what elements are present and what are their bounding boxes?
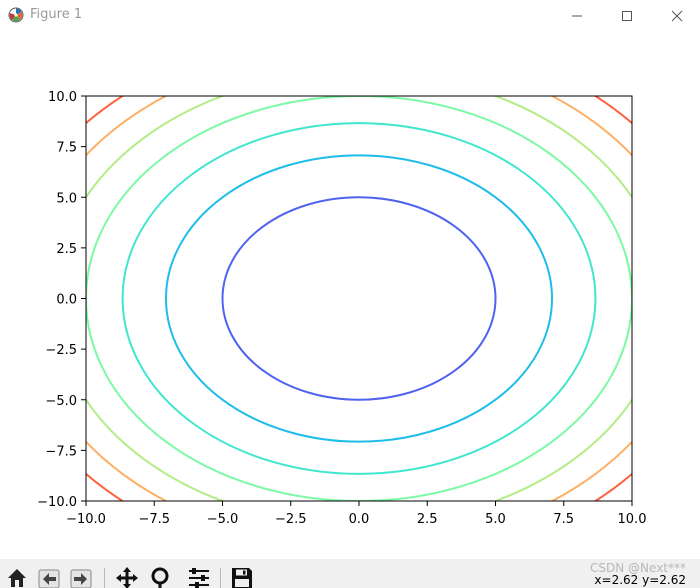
x-tick-label: 5.0 bbox=[485, 512, 506, 527]
forward-button[interactable] bbox=[68, 566, 94, 588]
pan-button[interactable] bbox=[114, 566, 140, 588]
maximize-button[interactable] bbox=[604, 0, 650, 31]
toolbar-separator bbox=[104, 568, 105, 588]
contour-level-75 bbox=[121, 122, 597, 475]
back-icon bbox=[38, 566, 60, 588]
zoom-button[interactable] bbox=[147, 566, 173, 588]
x-tick-label: −2.5 bbox=[275, 512, 307, 527]
x-tick-label: 0.0 bbox=[349, 512, 370, 527]
zoom-icon bbox=[149, 566, 171, 588]
close-button[interactable] bbox=[654, 0, 700, 31]
figure-window: Figure 1 −10.0 −7.5 −5.0 −2.5 0.0 2.5 5.… bbox=[0, 0, 700, 588]
y-tick-label: −7.5 bbox=[45, 444, 77, 459]
configure-subplots-button[interactable] bbox=[186, 566, 212, 588]
y-tick-label: 2.5 bbox=[56, 242, 77, 257]
pan-icon bbox=[115, 566, 139, 588]
home-icon bbox=[6, 566, 28, 588]
title-bar[interactable]: Figure 1 bbox=[0, 0, 700, 31]
navigation-toolbar: CSDN @Next*** x=2.62 y=2.62 bbox=[0, 559, 700, 588]
contour-level-50 bbox=[164, 154, 554, 443]
close-icon bbox=[671, 10, 683, 22]
x-tick-label: 10.0 bbox=[618, 512, 647, 527]
x-tick-label: −5.0 bbox=[207, 512, 239, 527]
maximize-icon bbox=[621, 10, 633, 22]
home-button[interactable] bbox=[4, 566, 30, 588]
y-tick-label: 7.5 bbox=[56, 141, 77, 156]
configure-subplots-icon bbox=[187, 566, 211, 588]
contour-level-25 bbox=[221, 196, 497, 401]
minimize-icon bbox=[571, 10, 583, 22]
matplotlib-icon bbox=[8, 7, 24, 23]
contour-level-125 bbox=[86, 96, 632, 501]
x-tick-label: −10.0 bbox=[66, 512, 106, 527]
window-title: Figure 1 bbox=[30, 7, 83, 22]
contour-plot[interactable]: −10.0 −7.5 −5.0 −2.5 0.0 2.5 5.0 7.5 10.0 10.0 7.… bbox=[0, 31, 700, 559]
figure-canvas[interactable]: −10.0 −7.5 −5.0 −2.5 0.0 2.5 5.0 7.5 10.0 10.0 7.… bbox=[0, 31, 700, 559]
axes-frame bbox=[85, 95, 633, 502]
x-tick-label: −7.5 bbox=[138, 512, 170, 527]
x-tick-label: 7.5 bbox=[553, 512, 574, 527]
save-button[interactable] bbox=[229, 566, 255, 588]
contour-level-100 bbox=[86, 96, 632, 501]
y-tick-label: −10.0 bbox=[37, 495, 77, 510]
x-tick-label: 2.5 bbox=[417, 512, 438, 527]
y-tick-label: −5.0 bbox=[45, 394, 77, 409]
minimize-button[interactable] bbox=[554, 0, 600, 31]
toolbar-separator bbox=[220, 568, 221, 588]
cursor-coordinates: x=2.62 y=2.62 bbox=[594, 573, 686, 587]
y-tick-label: −2.5 bbox=[45, 343, 77, 358]
y-tick-label: 0.0 bbox=[56, 293, 77, 308]
contour-level-150 bbox=[86, 96, 632, 501]
save-icon bbox=[230, 566, 254, 588]
y-tick-label: 5.0 bbox=[56, 191, 77, 206]
forward-icon bbox=[70, 566, 92, 588]
back-button[interactable] bbox=[36, 566, 62, 588]
y-tick-label: 10.0 bbox=[48, 90, 77, 105]
